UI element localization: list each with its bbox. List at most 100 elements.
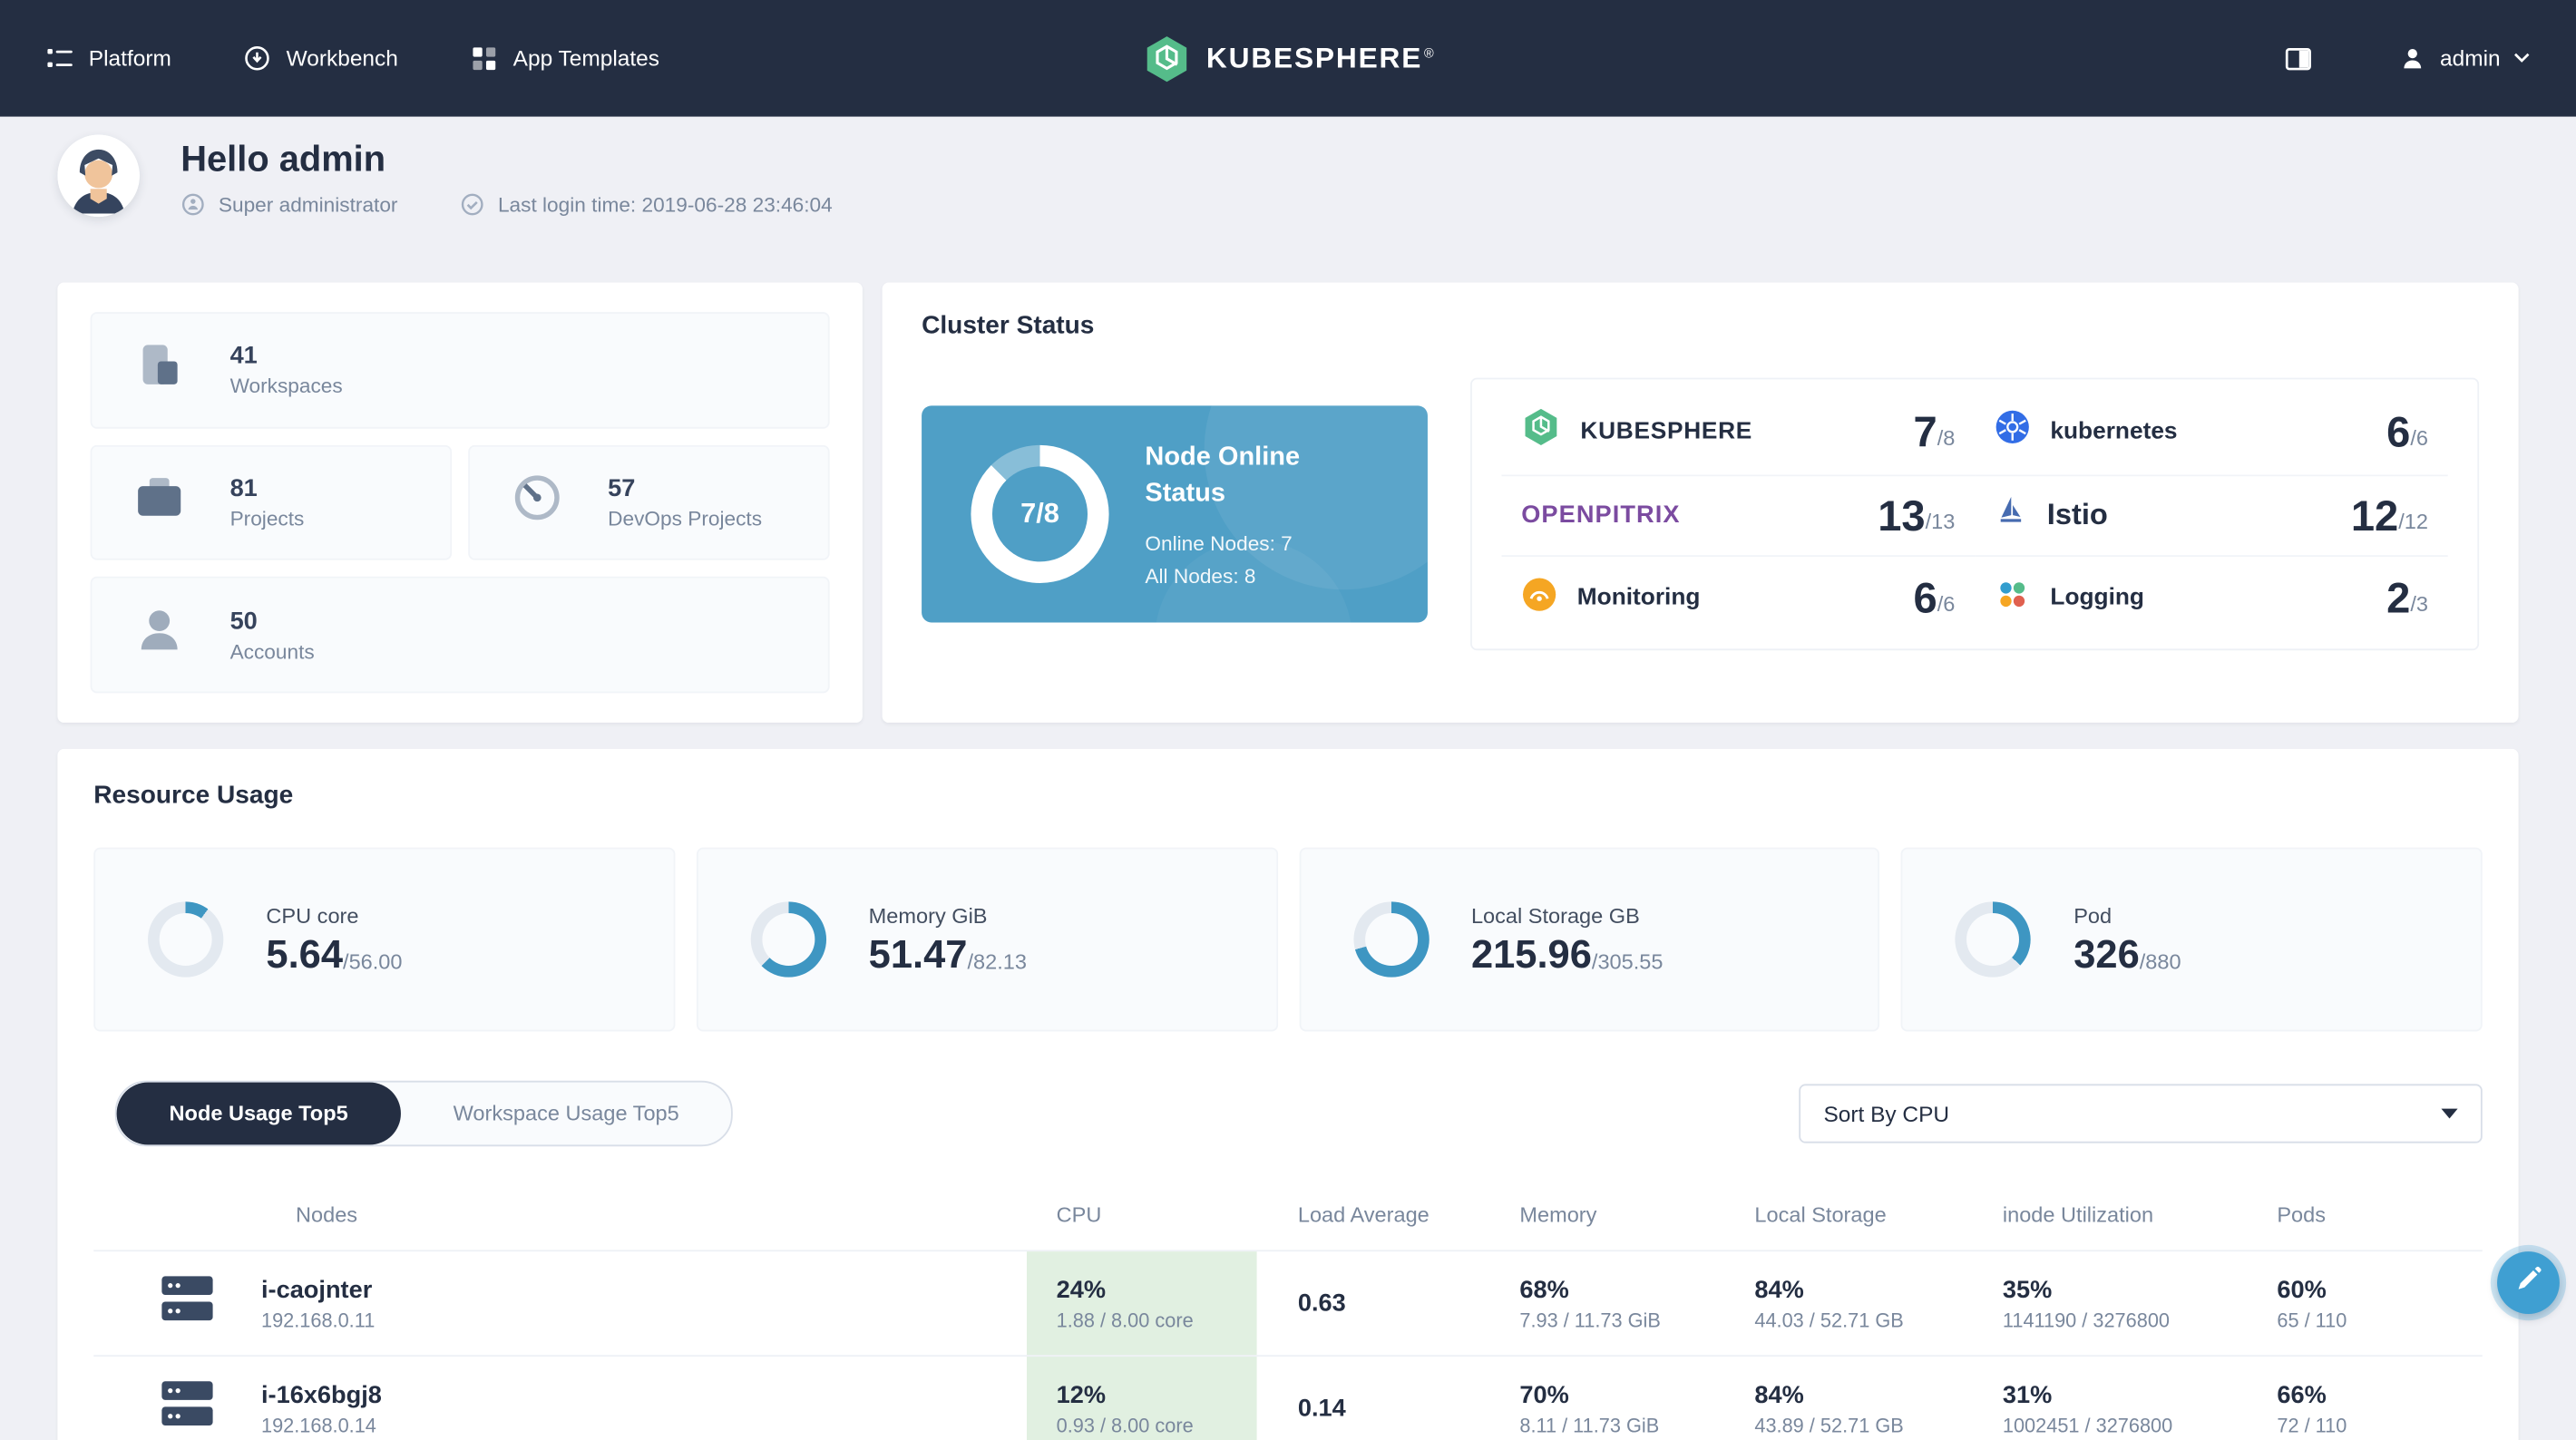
accounts-icon — [132, 603, 188, 667]
component-value: 2 — [2386, 573, 2411, 623]
table-row[interactable]: i-caojnter 192.168.0.11 24% 1.88 / 8.00 … — [93, 1250, 2483, 1356]
nav-app-templates[interactable]: App Templates — [471, 44, 659, 73]
stat-workspaces[interactable]: 41 Workspaces — [90, 312, 830, 429]
nav-platform[interactable]: Platform — [46, 44, 171, 73]
page-header: Hello admin Super administrator Last log… — [0, 117, 2576, 240]
component-value: 13 — [1878, 491, 1926, 540]
component-value: 6 — [2386, 406, 2411, 457]
component-value: 12 — [2350, 491, 2399, 540]
header-texts: Hello admin Super administrator Last log… — [181, 135, 833, 218]
node-online-panel: 7/8 Node Online Status Online Nodes: 7 A… — [922, 405, 1428, 623]
storage-detail: 43.89 / 52.71 GB — [1754, 1413, 1904, 1436]
node-online-ratio: 7/8 — [1020, 497, 1059, 530]
page-title: Hello admin — [181, 138, 386, 180]
col-header-memory: Memory — [1519, 1202, 1597, 1227]
component-value: 6 — [1913, 573, 1937, 623]
stat-label: DevOps Projects — [608, 507, 763, 530]
user-icon — [2399, 44, 2427, 73]
memory-detail: 8.11 / 11.73 GiB — [1519, 1413, 1660, 1436]
component-kubernetes: kubernetes 6/6 — [1975, 389, 2448, 476]
tab-node-usage[interactable]: Node Usage Top5 — [116, 1082, 401, 1145]
gauge-label: Pod — [2073, 903, 2113, 929]
avatar — [57, 134, 140, 218]
col-header-storage: Local Storage — [1754, 1202, 1887, 1227]
kubesphere-logo[interactable]: KUBESPHERE ® — [1142, 34, 1434, 83]
login-time-icon — [460, 192, 484, 217]
memory-percent: 70% — [1519, 1380, 1569, 1409]
cpu-detail: 1.88 / 8.00 core — [1056, 1308, 1194, 1331]
stat-label: Accounts — [229, 639, 315, 664]
overview-row: 41 Workspaces 81 Projects 57 DevOps Proj… — [57, 282, 2519, 723]
pods-detail: 72 / 110 — [2277, 1413, 2347, 1436]
stat-projects[interactable]: 81 Projects — [90, 444, 453, 561]
openpitrix-wordmark: OPENPITRIX — [1521, 501, 1681, 530]
component-name: Monitoring — [1576, 585, 1701, 612]
devops-icon — [509, 471, 565, 535]
gauge-value: 5.64 — [266, 932, 344, 978]
nav-workbench-label: Workbench — [286, 45, 398, 71]
component-kubesphere: KUBESPHERE 7/8 — [1501, 389, 1976, 476]
brand-text: KUBESPHERE ® — [1205, 41, 1434, 74]
gauge-label: Memory GiB — [868, 903, 988, 929]
gauge-memory: Memory GiB 51.47/82.13 — [696, 847, 1278, 1032]
stat-devops-projects[interactable]: 57 DevOps Projects — [468, 444, 830, 561]
projects-icon — [132, 471, 188, 535]
component-openpitrix: OPENPITRIX 13/13 — [1501, 476, 1976, 558]
node-online-title: Node Online Status — [1145, 443, 1301, 508]
user-menu[interactable]: admin — [2399, 44, 2531, 73]
component-name: Istio — [2046, 498, 2108, 531]
gauge-value: 326 — [2073, 932, 2140, 978]
edit-fab-button[interactable] — [2497, 1251, 2560, 1314]
node-icon — [160, 1379, 216, 1436]
component-istio: Istio 12/12 — [1975, 476, 2448, 558]
select-caret-icon — [2441, 1108, 2458, 1119]
load-average: 0.14 — [1297, 1394, 1346, 1423]
node-ip: 192.168.0.14 — [260, 1413, 376, 1436]
table-row[interactable]: i-16x6bgj8 192.168.0.14 12% 0.93 / 8.00 … — [93, 1355, 2483, 1440]
cluster-status-card: Cluster Status 7/8 Node Online Status On… — [882, 282, 2519, 723]
component-name: KUBESPHERE — [1580, 418, 1753, 445]
istio-icon — [1995, 495, 2027, 536]
memory-percent: 68% — [1519, 1275, 1569, 1304]
storage-donut — [1352, 901, 1429, 978]
workbench-icon — [244, 44, 272, 73]
gauge-local-storage: Local Storage GB 215.96/305.55 — [1298, 847, 1880, 1032]
storage-cell: 84% 43.89 / 52.71 GB — [1754, 1380, 2002, 1436]
node-ip: 192.168.0.11 — [260, 1308, 376, 1331]
col-header-nodes: Nodes — [296, 1202, 358, 1227]
stats-grid: 41 Workspaces 81 Projects 57 DevOps Proj… — [90, 312, 830, 694]
node-usage-table: Nodes CPU Load Average Memory Local Stor… — [93, 1202, 2483, 1440]
pods-percent: 66% — [2277, 1380, 2327, 1409]
sort-select[interactable]: Sort By CPU — [1799, 1084, 2483, 1143]
usage-controls: Node Usage Top5 Workspace Usage Top5 Sor… — [93, 1080, 2483, 1147]
platform-icon — [46, 44, 74, 73]
kubesphere-console: Platform Workbench App Templates KUBESPH… — [0, 0, 2576, 1440]
kubernetes-icon — [1995, 410, 2031, 454]
stats-card: 41 Workspaces 81 Projects 57 DevOps Proj… — [57, 282, 863, 723]
cpu-cell: 12% 0.93 / 8.00 core — [1027, 1357, 1257, 1440]
layout-toggle-icon[interactable] — [2284, 44, 2314, 73]
load-average: 0.63 — [1297, 1289, 1346, 1318]
all-nodes: All Nodes: 8 — [1145, 564, 1256, 588]
gauge-pod: Pod 326/880 — [1901, 847, 2483, 1032]
app-templates-icon — [471, 44, 499, 73]
storage-detail: 44.03 / 52.71 GB — [1754, 1308, 1904, 1331]
node-name: i-16x6bgj8 — [260, 1380, 382, 1409]
node-icon — [160, 1275, 216, 1332]
last-login: Last login time: 2019-06-28 23:46:04 — [497, 192, 833, 217]
col-header-pods: Pods — [2277, 1202, 2327, 1227]
chevron-down-icon — [2513, 53, 2530, 64]
resource-usage-title: Resource Usage — [93, 782, 294, 810]
stat-label: Workspaces — [229, 375, 343, 398]
component-value: 7 — [1913, 406, 1937, 457]
component-monitoring: Monitoring 6/6 — [1501, 558, 1975, 639]
nav-workbench[interactable]: Workbench — [244, 44, 398, 73]
tab-workspace-usage[interactable]: Workspace Usage Top5 — [401, 1083, 732, 1145]
stat-accounts[interactable]: 50 Accounts — [90, 577, 830, 694]
pods-percent: 60% — [2277, 1275, 2327, 1304]
component-logging: Logging 2/3 — [1975, 558, 2448, 639]
storage-percent: 84% — [1754, 1380, 1804, 1409]
col-header-cpu: CPU — [1056, 1202, 1102, 1227]
role-badge-icon — [181, 192, 205, 217]
gauge-total: /880 — [2139, 949, 2181, 975]
